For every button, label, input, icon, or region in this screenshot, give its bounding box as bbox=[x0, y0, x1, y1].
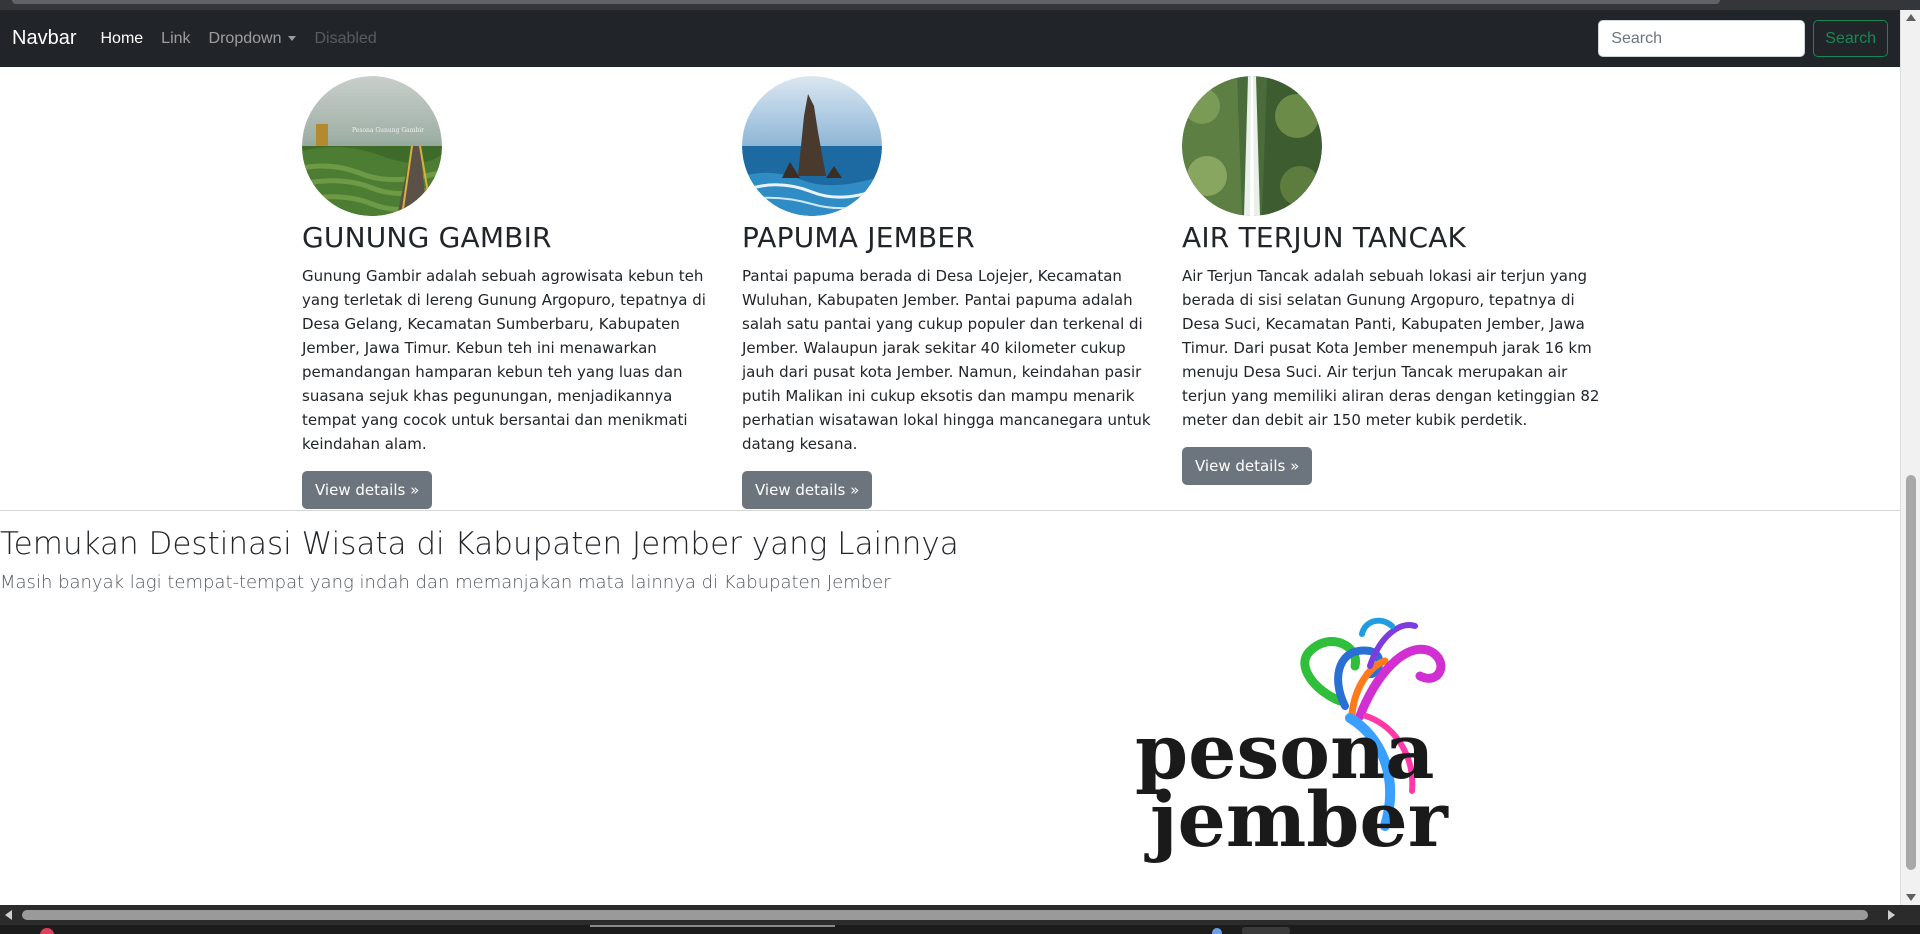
vertical-scroll-thumb[interactable] bbox=[1906, 475, 1916, 870]
destination-description: Pantai papuma berada di Desa Lojejer, Ke… bbox=[742, 267, 1151, 453]
view-details-button[interactable]: View details » bbox=[742, 471, 873, 509]
nav-dropdown[interactable]: Dropdown bbox=[209, 30, 297, 48]
gunung-gambir-image-caption: Pesona Gunung Gambir bbox=[352, 127, 424, 134]
navbar-search-form: Search bbox=[1598, 20, 1888, 57]
destination-card-air-terjun-tancak: AIR TERJUN TANCAK Air Terjun Tancak adal… bbox=[1182, 76, 1602, 485]
nav-dropdown-label: Dropdown bbox=[208, 29, 282, 47]
app-icon[interactable] bbox=[1212, 928, 1222, 934]
scroll-left-arrow-icon[interactable] bbox=[5, 910, 12, 920]
search-input[interactable] bbox=[1598, 20, 1806, 57]
scroll-right-arrow-icon[interactable] bbox=[1888, 910, 1895, 920]
browser-chrome-top bbox=[0, 0, 1920, 10]
destination-description: Gunung Gambir adalah sebuah agrowisata k… bbox=[302, 267, 706, 453]
caret-down-icon bbox=[288, 36, 297, 41]
view-details-button[interactable]: View details » bbox=[302, 471, 433, 509]
search-button[interactable]: Search bbox=[1813, 20, 1888, 57]
taskbar-item[interactable] bbox=[1242, 927, 1290, 934]
navbar: Navbar Home Link Dropdown Disabled Searc… bbox=[0, 10, 1900, 67]
section-subtitle: Masih banyak lagi tempat-tempat yang ind… bbox=[0, 572, 891, 593]
destination-card-papuma: PAPUMA JEMBER Pantai papuma berada di De… bbox=[742, 76, 1162, 509]
destination-description: Air Terjun Tancak adalah sebuah lokasi a… bbox=[1182, 267, 1600, 429]
destination-title: AIR TERJUN TANCAK bbox=[1182, 221, 1467, 254]
vertical-scrollbar[interactable] bbox=[1900, 10, 1920, 905]
air-terjun-tancak-image bbox=[1182, 76, 1322, 216]
destination-title: GUNUNG GAMBIR bbox=[302, 221, 552, 254]
nav-link-link[interactable]: Link bbox=[161, 30, 190, 48]
navbar-brand[interactable]: Navbar bbox=[12, 27, 76, 50]
nav-link-home[interactable]: Home bbox=[100, 30, 143, 48]
scroll-up-arrow-icon[interactable] bbox=[1906, 14, 1916, 21]
destination-title: PAPUMA JEMBER bbox=[742, 221, 975, 254]
scroll-down-arrow-icon[interactable] bbox=[1906, 894, 1916, 901]
destination-card-gunung-gambir: Pesona Gunung Gambir GUNUNG GAMBIR Gunun… bbox=[302, 76, 722, 509]
page-viewport: Navbar Home Link Dropdown Disabled Searc… bbox=[0, 10, 1900, 905]
papuma-image bbox=[742, 76, 882, 216]
section-title: Temukan Destinasi Wisata di Kabupaten Je… bbox=[0, 526, 959, 562]
taskbar-indicator bbox=[590, 925, 835, 927]
nav-link-disabled: Disabled bbox=[314, 29, 377, 47]
horizontal-scroll-thumb[interactable] bbox=[22, 910, 1868, 920]
horizontal-scrollbar[interactable] bbox=[0, 905, 1920, 925]
pesona-jember-logo: pesona jember bbox=[1135, 617, 1449, 864]
section-divider bbox=[0, 510, 1900, 511]
gunung-gambir-image: Pesona Gunung Gambir bbox=[302, 76, 442, 216]
logo-text-line2: jember bbox=[1144, 775, 1449, 864]
app-icon[interactable] bbox=[40, 928, 54, 934]
taskbar bbox=[0, 925, 1920, 934]
view-details-button[interactable]: View details » bbox=[1182, 447, 1313, 485]
